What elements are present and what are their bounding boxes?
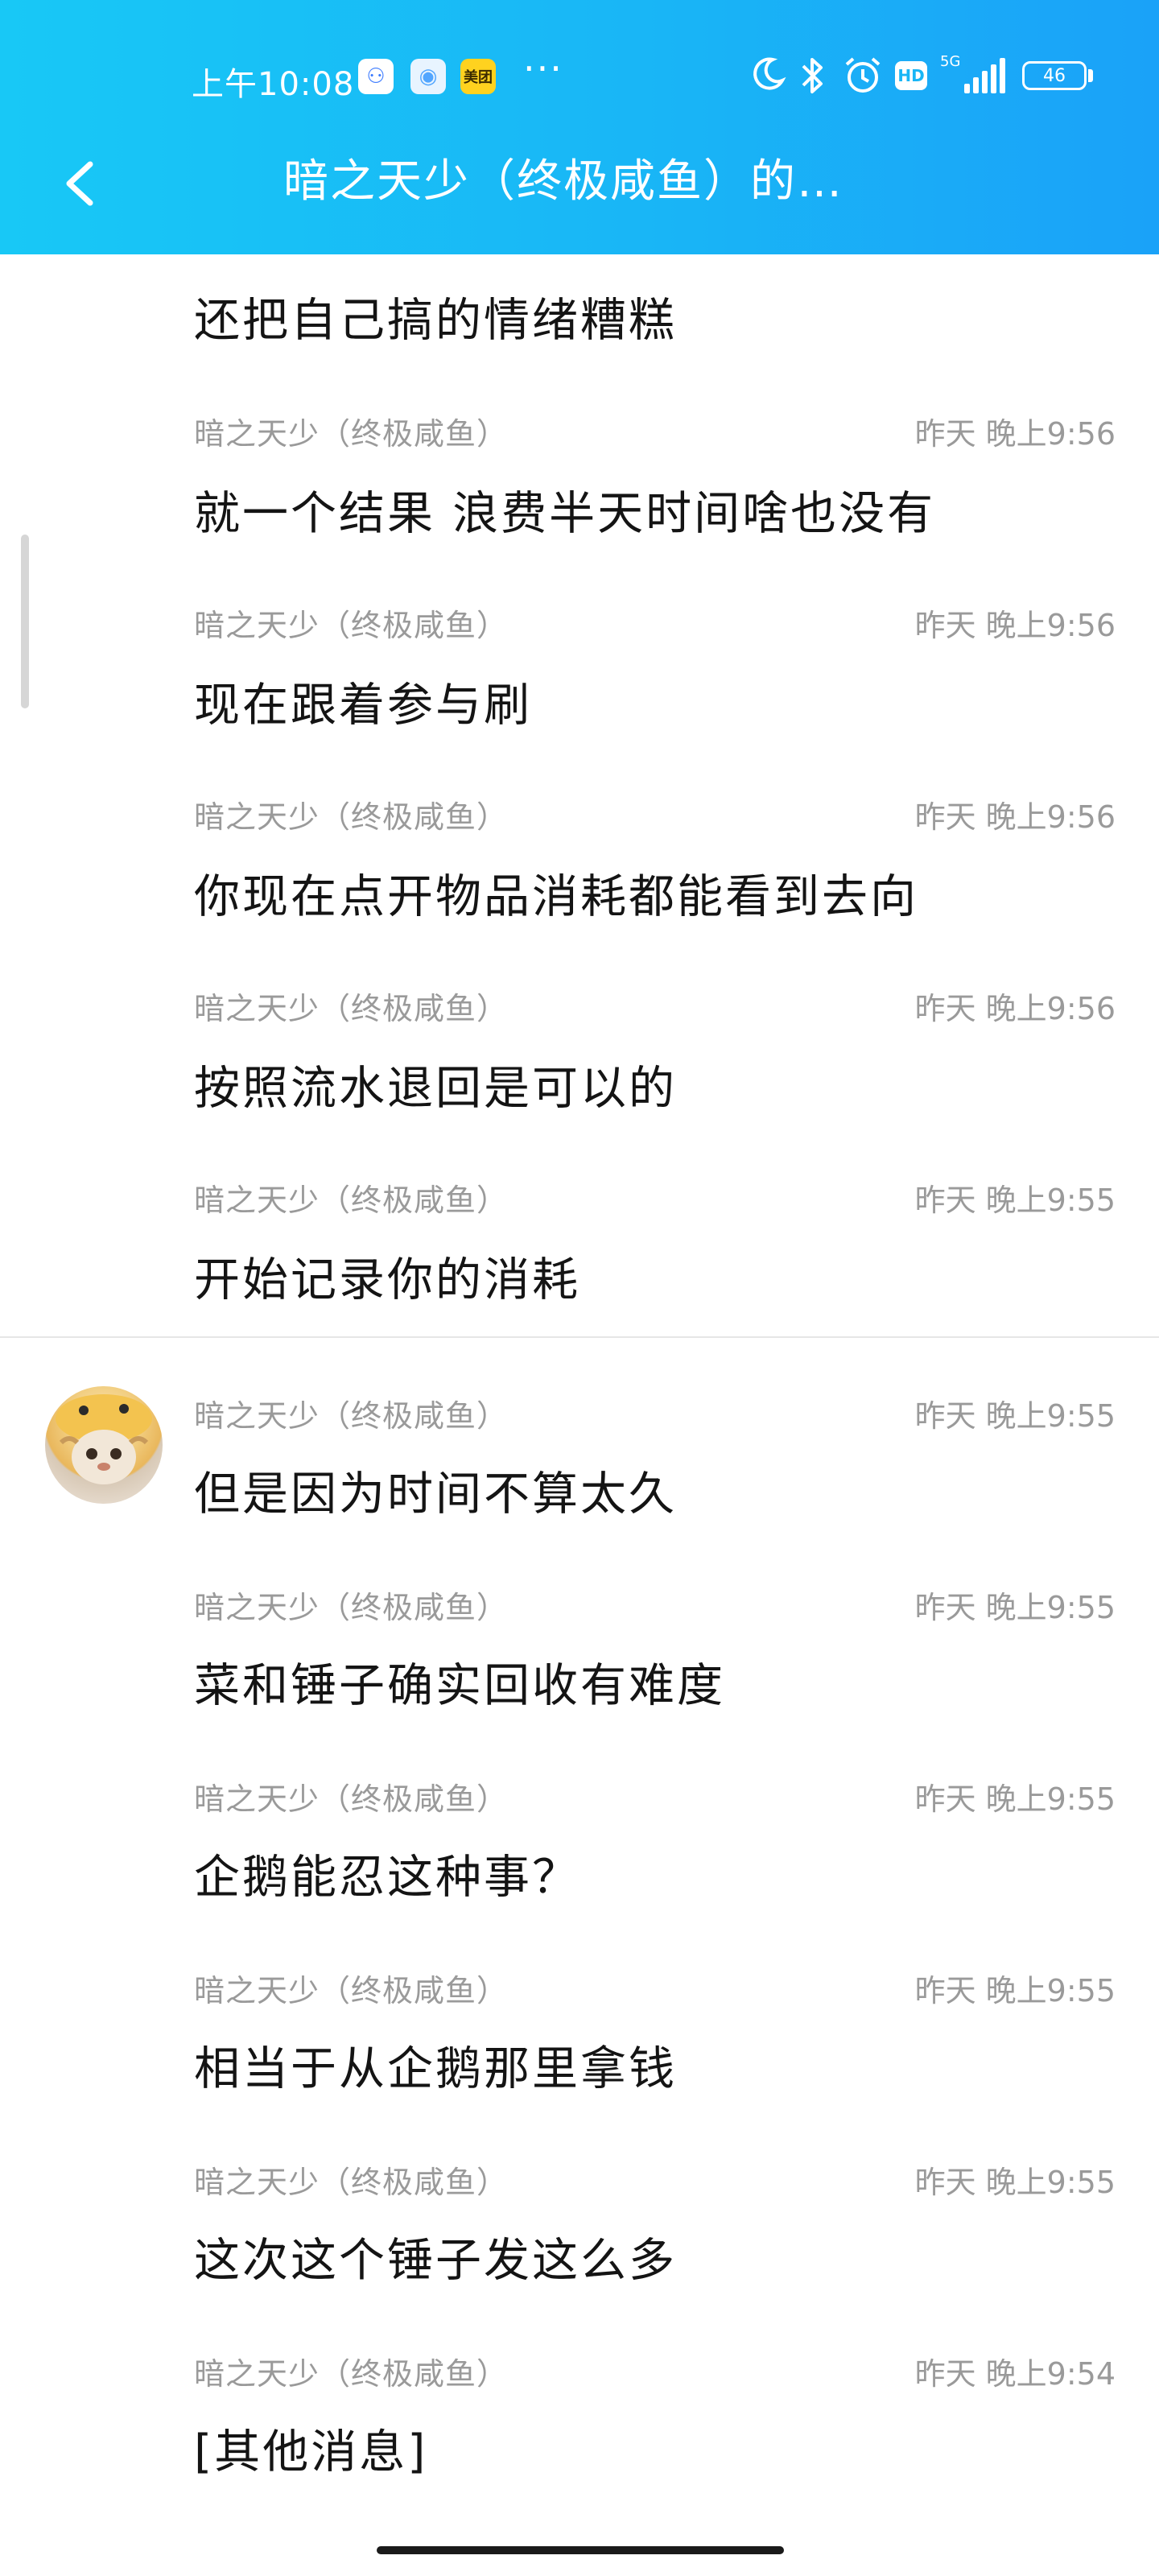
message-sender: 暗之天少（终极咸鱼） (194, 2356, 509, 2392)
message-group-divider (0, 1336, 1159, 1338)
message-time: 昨天 晚上9:54 (914, 2356, 1116, 2392)
message-sender: 暗之天少（终极咸鱼） (194, 608, 509, 643)
meituan-notification-icon: 美团 (460, 59, 496, 94)
status-time: 上午10:08 (192, 66, 355, 103)
message-text: 但是因为时间不算太久 (194, 1468, 677, 1521)
status-bar: 上午10:08 ⚇ ◉ 美团 ··· HD 5G 46 (0, 0, 1159, 153)
message-sender: 暗之天少（终极咸鱼） (194, 991, 509, 1026)
signal-bars (964, 58, 1008, 93)
message-text: 相当于从企鹅那里拿钱 (194, 2042, 677, 2095)
message-sender: 暗之天少（终极咸鱼） (194, 416, 509, 452)
message-text: 开始记录你的消耗 (194, 1253, 580, 1307)
home-indicator[interactable] (377, 2546, 784, 2554)
message-text: 就一个结果 浪费半天时间啥也没有 (194, 487, 936, 540)
message-time: 昨天 晚上9:55 (914, 1590, 1116, 1625)
message-time: 昨天 晚上9:55 (914, 1973, 1116, 2008)
page-title: 暗之天少（终极咸鱼）的… (283, 155, 843, 208)
app-header: 上午10:08 ⚇ ◉ 美团 ··· HD 5G 46 暗之天少（终极咸鱼）的… (0, 0, 1159, 254)
message-text: 企鹅能忍这种事？ (194, 1851, 580, 1904)
message-time: 昨天 晚上9:55 (914, 1183, 1116, 1218)
message-text: 按照流水退回是可以的 (194, 1062, 677, 1115)
message-sender: 暗之天少（终极咸鱼） (194, 1590, 509, 1625)
message-time: 昨天 晚上9:56 (914, 991, 1116, 1026)
message-text: 你现在点开物品消耗都能看到去向 (194, 870, 918, 923)
network-type-label: 5G (940, 53, 961, 70)
alarm-icon (842, 55, 884, 106)
cat-avatar-image (56, 1394, 152, 1484)
message-time: 昨天 晚上9:56 (914, 799, 1116, 835)
message-text: 现在跟着参与刷 (194, 679, 532, 732)
message-time: 昨天 晚上9:55 (914, 1398, 1116, 1434)
message-sender: 暗之天少（终极咸鱼） (194, 1973, 509, 2008)
avatar[interactable] (45, 1386, 163, 1504)
battery-tip (1088, 69, 1093, 82)
message-text: 这次这个锤子发这么多 (194, 2234, 677, 2287)
message-sender: 暗之天少（终极咸鱼） (194, 1398, 509, 1434)
message-time: 昨天 晚上9:55 (914, 2165, 1116, 2200)
chevron-left-icon (66, 161, 93, 206)
5g-signal-icon: 5G (940, 53, 1008, 95)
message-sender: 暗之天少（终极咸鱼） (194, 1781, 509, 1817)
message-time: 昨天 晚上9:56 (914, 416, 1116, 452)
message-text: 菜和锤子确实回收有难度 (194, 1659, 725, 1712)
message-text: [其他消息] (194, 2425, 428, 2479)
message-time: 昨天 晚上9:55 (914, 1781, 1116, 1817)
message-sender: 暗之天少（终极咸鱼） (194, 2165, 509, 2200)
more-notifications-icon: ··· (523, 47, 563, 90)
hd-icon: HD (895, 61, 927, 90)
message-sender: 暗之天少（终极咸鱼） (194, 1183, 509, 1218)
message-sender: 暗之天少（终极咸鱼） (194, 799, 509, 835)
battery-icon: 46 (1022, 61, 1087, 90)
bluetooth-icon (797, 55, 829, 106)
battery-level: 46 (1043, 65, 1066, 86)
app-notification-icon: ⚇ (358, 59, 394, 94)
message-time: 昨天 晚上9:56 (914, 608, 1116, 643)
message-text: 还把自己搞的情绪糟糕 (194, 294, 677, 347)
app-notification-icon: ◉ (410, 59, 446, 94)
moon-icon (749, 55, 787, 103)
back-button[interactable] (53, 150, 109, 217)
